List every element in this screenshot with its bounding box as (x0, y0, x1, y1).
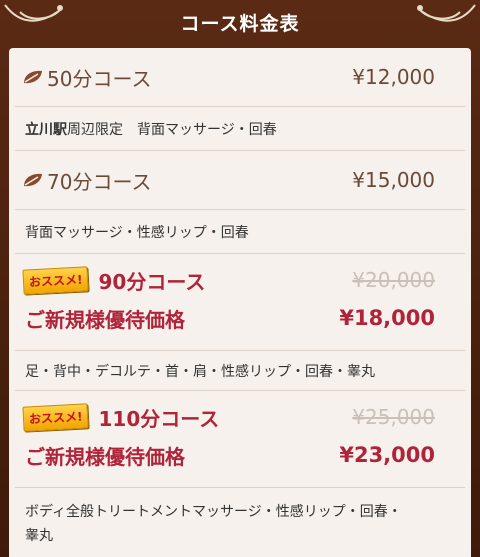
new-customer-label: ご新規様優待価格 (25, 444, 185, 469)
recommend-badge: おススメ! (22, 402, 90, 432)
course-description: ボディ全般トリートメントマッサージ・性感リップ・回春・ 睾丸 (15, 500, 465, 548)
original-price: ¥25,000 (352, 405, 435, 429)
promo-desc-row-90: 足・背中・デコルテ・首・肩・性感リップ・回春・睾丸 (15, 351, 465, 391)
course-price: ¥12,000 (352, 65, 435, 89)
promo-course-name: 110分コース (98, 406, 220, 431)
course-desc-row-50: 立川駅周辺限定 背面マッサージ・回春 (15, 107, 465, 151)
course-row-50: 50分コース ¥12,000 (15, 48, 465, 107)
promo-price: ¥23,000 (339, 443, 435, 467)
course-description-text: 周辺限定 背面マッサージ・回春 (67, 121, 277, 138)
promo-row-90: おススメ! 90分コース ¥20,000 ご新規様優待価格 ¥18,000 (15, 254, 465, 351)
description-line-1: ボディ全般トリートメントマッサージ・性感リップ・回春・ (25, 504, 402, 520)
course-price: ¥15,000 (352, 168, 435, 192)
recommend-badge: おススメ! (22, 265, 90, 295)
ornament-flourish-left-icon (4, 4, 63, 22)
page-frame: コース料金表 50分コース ¥12,000 立川駅周辺限定 背面マッサージ・回春 (0, 0, 480, 557)
page-title: コース料金表 (180, 12, 300, 35)
promo-row-110: おススメ! 110分コース ¥25,000 ご新規様優待価格 ¥23,000 (15, 391, 465, 488)
course-description: 足・背中・デコルテ・首・肩・性感リップ・回春・睾丸 (25, 363, 375, 380)
price-table: 50分コース ¥12,000 立川駅周辺限定 背面マッサージ・回春 70分コース… (9, 48, 471, 557)
promo-desc-row-110: ボディ全般トリートメントマッサージ・性感リップ・回春・ 睾丸 (15, 488, 465, 552)
course-name: 70分コース (47, 169, 152, 194)
course-description: 立川駅周辺限定 背面マッサージ・回春 (15, 119, 277, 139)
station-highlight: 立川駅 (25, 121, 67, 138)
course-row-70: 70分コース ¥15,000 (15, 151, 465, 210)
original-price: ¥20,000 (352, 268, 435, 292)
ornament-flourish-right-icon (417, 4, 476, 22)
course-desc-row-70: 背面マッサージ・性感リップ・回春 (15, 210, 465, 254)
description-line-2: 睾丸 (25, 528, 53, 544)
new-customer-label: ご新規様優待価格 (25, 307, 185, 332)
leaf-icon (24, 70, 42, 84)
course-description: 背面マッサージ・性感リップ・回春 (25, 224, 249, 241)
promo-price: ¥18,000 (339, 306, 435, 330)
course-name: 50分コース (47, 66, 152, 91)
promo-course-name: 90分コース (98, 269, 206, 294)
header: コース料金表 (0, 0, 480, 44)
leaf-icon (24, 173, 42, 187)
